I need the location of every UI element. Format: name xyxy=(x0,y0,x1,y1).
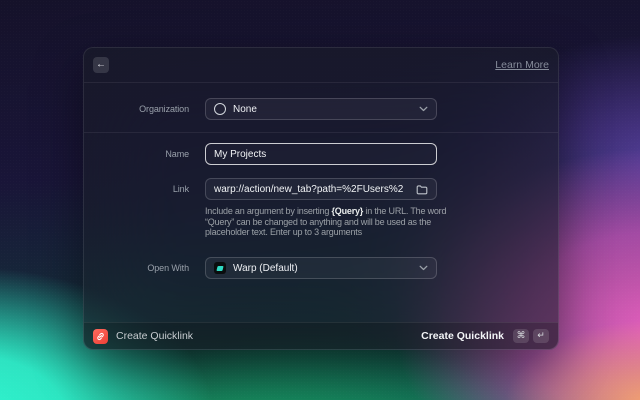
link-help-line2: “Query” can be changed to anything and w… xyxy=(205,216,432,227)
link-field-container xyxy=(205,178,437,200)
return-key-badge: ↵ xyxy=(533,329,549,343)
chevron-down-icon xyxy=(419,106,428,112)
folder-icon[interactable] xyxy=(416,184,428,195)
open-with-label: Open With xyxy=(147,263,189,273)
command-key-badge: ⌘ xyxy=(513,329,529,343)
command-title: Create Quicklink xyxy=(116,330,194,342)
back-button[interactable]: ← xyxy=(93,57,109,73)
open-with-value: Warp (Default) xyxy=(233,262,298,274)
link-input[interactable] xyxy=(214,183,403,195)
action-bar: Create Quicklink Create Quicklink ⌘ ↵ xyxy=(84,322,558,349)
chevron-down-icon xyxy=(419,265,428,271)
command-info: Create Quicklink xyxy=(93,328,194,344)
name-row: Name xyxy=(84,143,558,165)
name-input[interactable] xyxy=(214,148,428,160)
arrow-left-icon: ← xyxy=(96,59,106,70)
organization-dropdown[interactable]: None xyxy=(205,98,437,120)
name-label: Name xyxy=(165,149,189,159)
warp-app-icon xyxy=(214,262,226,274)
organization-label: Organization xyxy=(139,104,189,114)
organization-value: None xyxy=(233,103,257,115)
query-token: {Query} xyxy=(331,206,364,216)
quicklink-icon xyxy=(93,328,108,344)
organization-row: Organization None xyxy=(84,98,558,120)
organization-circle-icon xyxy=(214,103,226,115)
create-quicklink-dialog: ← Learn More Organization None Name Link xyxy=(83,47,559,350)
link-help-line3: placeholder text. Enter up to 3 argument… xyxy=(205,227,362,237)
dialog-header: ← Learn More xyxy=(84,48,558,83)
desktop-background: ← Learn More Organization None Name Link xyxy=(0,0,640,400)
link-help-text: Include an argument by inserting {Query}… xyxy=(205,206,475,238)
learn-more-link[interactable]: Learn More xyxy=(495,59,549,71)
open-with-row: Open With Warp (Default) xyxy=(84,257,558,279)
primary-action-label: Create Quicklink xyxy=(421,330,504,342)
name-field-container xyxy=(205,143,437,165)
link-help-line1: Include an argument by inserting {Query}… xyxy=(205,206,447,216)
link-row: Link xyxy=(84,178,558,200)
primary-action[interactable]: Create Quicklink ⌘ ↵ xyxy=(421,329,549,343)
link-label: Link xyxy=(172,184,189,194)
open-with-dropdown[interactable]: Warp (Default) xyxy=(205,257,437,279)
